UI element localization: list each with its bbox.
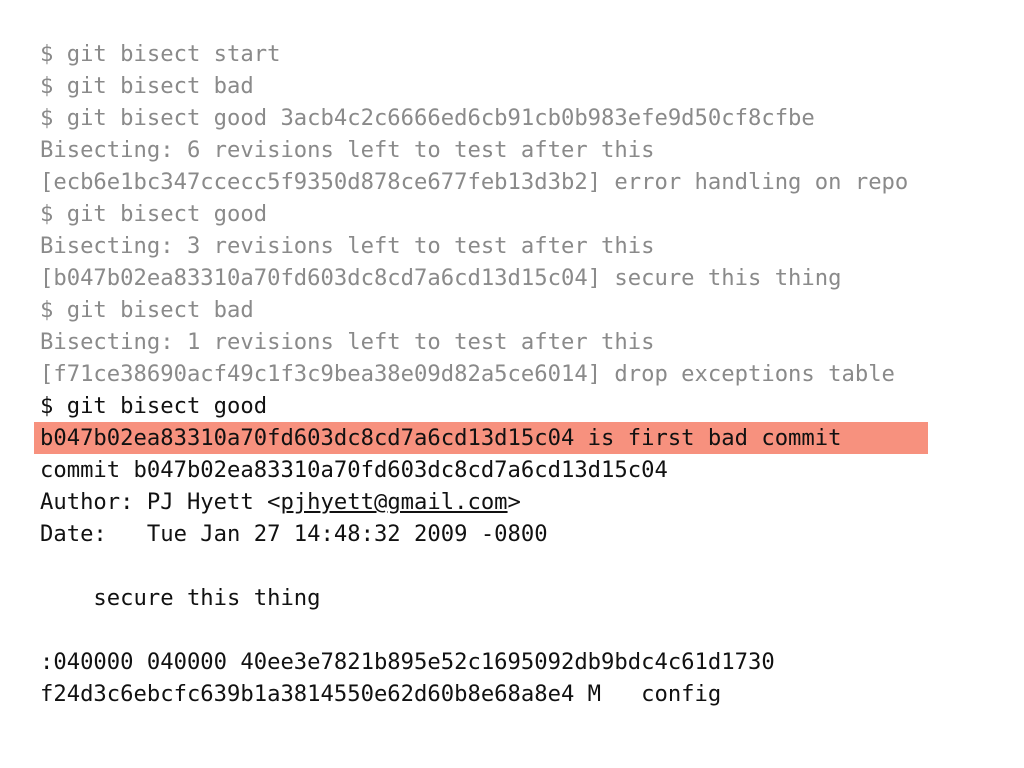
bisect-revision-line: [f71ce38690acf49c1f3c9bea38e09d82a5ce601…: [40, 361, 895, 387]
author-line: Author: PJ Hyett <pjhyett@gmail.com>: [40, 486, 1000, 518]
commit-hash-line: commit b047b02ea83310a70fd603dc8cd7a6cd1…: [40, 457, 668, 483]
command-bisect-good-final: $ git bisect good: [40, 393, 268, 419]
diff-tree-line: :040000 040000 40ee3e7821b895e52c1695092…: [40, 649, 775, 675]
command-bisect-start: $ git bisect start: [40, 41, 281, 67]
command-bisect-bad: $ git bisect bad: [40, 73, 254, 99]
bisect-revision-line: [b047b02ea83310a70fd603dc8cd7a6cd13d15c0…: [40, 265, 842, 291]
first-bad-commit-row: b047b02ea83310a70fd603dc8cd7a6cd13d15c04…: [34, 422, 1000, 454]
bisect-status-line: Bisecting: 1 revisions left to test afte…: [40, 329, 655, 355]
commit-message-line: secure this thing: [40, 585, 321, 611]
bisect-revision-line: [ecb6e1bc347ccecc5f9350d878ce677feb13d3b…: [40, 169, 909, 195]
bisect-status-line: Bisecting: 6 revisions left to test afte…: [40, 137, 655, 163]
command-bisect-good-hash: $ git bisect good 3acb4c2c6666ed6cb91cb0…: [40, 105, 815, 131]
author-prefix: Author: PJ Hyett <: [40, 489, 281, 515]
first-bad-commit-text: b047b02ea83310a70fd603dc8cd7a6cd13d15c04…: [40, 425, 842, 451]
command-bisect-bad: $ git bisect bad: [40, 297, 254, 323]
bisect-status-line: Bisecting: 3 revisions left to test afte…: [40, 233, 655, 259]
command-bisect-good: $ git bisect good: [40, 201, 268, 227]
date-line: Date: Tue Jan 27 14:48:32 2009 -0800: [40, 521, 548, 547]
author-email-link[interactable]: pjhyett@gmail.com: [280, 489, 507, 515]
author-suffix: >: [507, 489, 521, 515]
terminal-output: $ git bisect start $ git bisect bad $ gi…: [34, 38, 1000, 710]
diff-tree-line-cont: f24d3c6ebcfc639b1a3814550e62d60b8e68a8e4…: [40, 681, 722, 707]
